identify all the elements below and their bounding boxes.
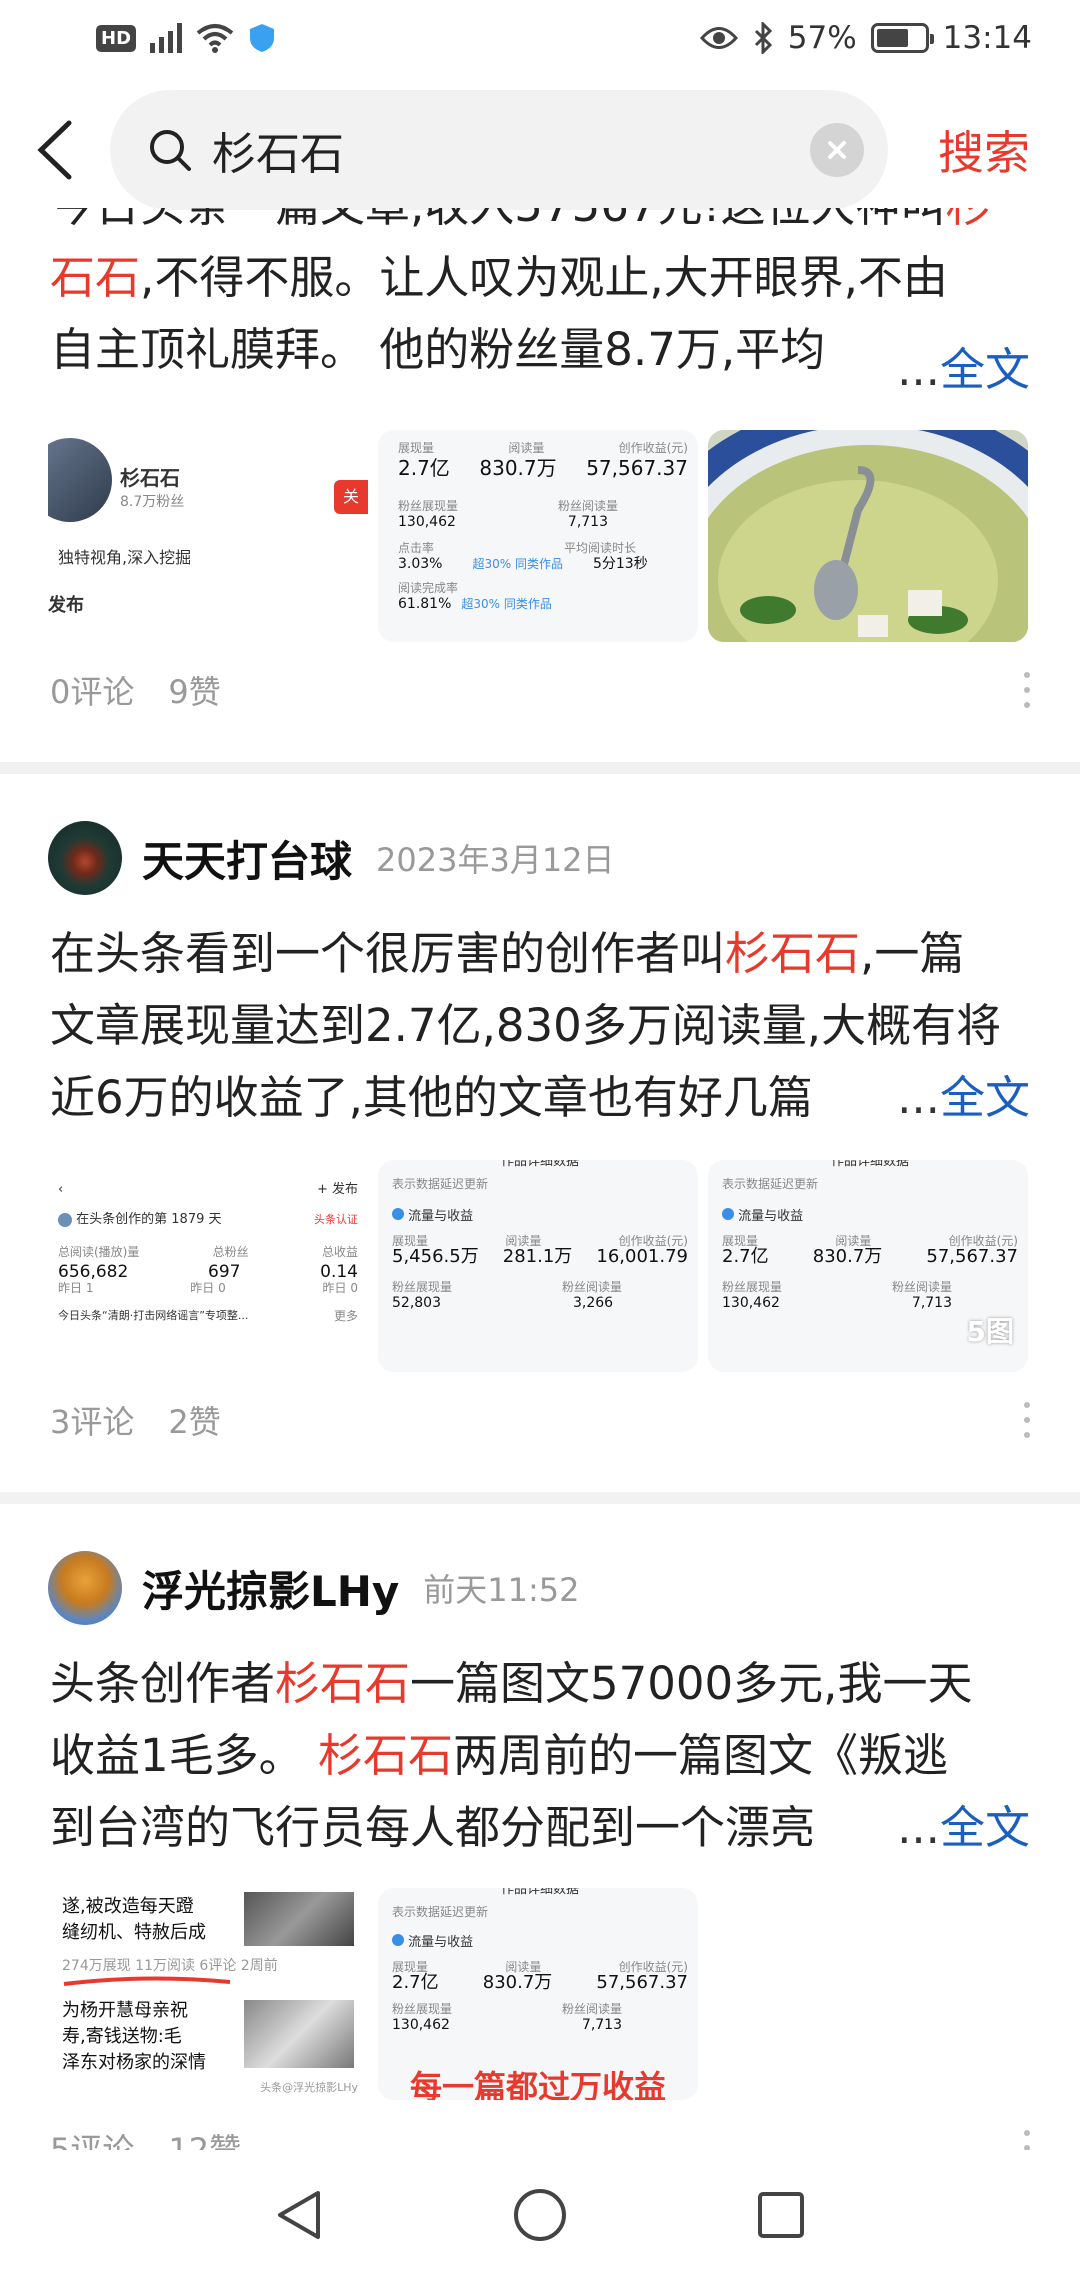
post-date: 前天11:52 bbox=[423, 1571, 580, 1609]
wifi-icon bbox=[196, 24, 234, 53]
close-icon bbox=[828, 141, 846, 159]
battery-icon bbox=[870, 23, 934, 53]
post-image[interactable] bbox=[708, 430, 1028, 642]
status-bar: HD 57% 13:14 bbox=[0, 0, 1080, 76]
avatar[interactable] bbox=[48, 1551, 122, 1625]
post-footer: 0评论 9赞 bbox=[50, 660, 1030, 720]
clear-search-button[interactable] bbox=[810, 123, 864, 177]
news-photo bbox=[244, 2000, 354, 2068]
image-caption: 每一篇都过万收益 bbox=[409, 2068, 666, 2100]
expand-full-text[interactable]: ...全文 bbox=[887, 1062, 1030, 1134]
more-options-icon[interactable] bbox=[1024, 1402, 1030, 1438]
like-count[interactable]: 9赞 bbox=[168, 667, 220, 713]
post-image[interactable]: 杉石石 8.7万粉丝 关 独特视角,深入挖掘 发布 bbox=[48, 430, 368, 642]
more-options-icon[interactable] bbox=[1024, 672, 1030, 708]
post-image[interactable]: 作品详细数据 表示数据延迟更新 流量与收益 展现量 阅读量 创作收益(元) 5,45… bbox=[378, 1160, 698, 1372]
avatar[interactable] bbox=[48, 821, 122, 895]
nav-home-icon[interactable] bbox=[512, 2187, 568, 2243]
news-photo bbox=[244, 1892, 354, 1946]
divider bbox=[0, 1492, 1080, 1504]
like-count[interactable]: 2赞 bbox=[168, 1397, 220, 1443]
post-date: 2023年3月12日 bbox=[376, 841, 615, 879]
post-image[interactable]: 遂,被改造每天蹬 缝纫机、特赦后成 274万展现 11万阅读 6评论 2周前 为… bbox=[48, 1888, 368, 2100]
search-box[interactable] bbox=[110, 90, 888, 210]
signal-icon bbox=[150, 23, 183, 53]
post-images: 杉石石 8.7万粉丝 关 独特视角,深入挖掘 发布 展现量 阅读量 创作收益(元) … bbox=[48, 430, 1028, 642]
page: { "status_bar": {"network": "HD", "gen":… bbox=[0, 0, 1080, 2280]
author-name[interactable]: 浮光掠影LHy bbox=[142, 1558, 399, 1619]
divider bbox=[0, 762, 1080, 774]
search-input[interactable] bbox=[192, 124, 810, 176]
comment-count[interactable]: 3评论 bbox=[50, 1397, 134, 1443]
image-count-badge: 5图 bbox=[966, 1315, 1014, 1348]
post-images: 遂,被改造每天蹬 缝纫机、特赦后成 274万展现 11万阅读 6评论 2周前 为… bbox=[48, 1888, 698, 2100]
back-arrow-icon bbox=[37, 120, 72, 180]
battery-percent: 57% bbox=[787, 20, 857, 56]
expand-full-text[interactable]: ...全文 bbox=[887, 334, 1030, 406]
eye-icon bbox=[699, 27, 738, 49]
search-bar: 搜索 bbox=[0, 88, 1080, 212]
post-images: ‹ + 发布 在头条创作的第 1879 天 头条认证 总阅读(播放)量 总粉丝 总收益… bbox=[48, 1160, 1028, 1372]
comment-count[interactable]: 0评论 bbox=[50, 667, 134, 713]
author-name[interactable]: 天天打台球 bbox=[142, 828, 352, 889]
post-image[interactable]: 展现量 阅读量 创作收益(元) 2.7亿 830.7万 57,567.37 粉丝展现量粉… bbox=[378, 430, 698, 642]
hd-indicator: HD bbox=[96, 24, 137, 52]
red-underline bbox=[63, 1976, 231, 1986]
system-nav-bar bbox=[0, 2150, 1080, 2280]
back-button[interactable] bbox=[0, 88, 110, 212]
shield-icon bbox=[250, 24, 275, 52]
post-image[interactable]: 作品详细数据 表示数据延迟更新 流量与收益 展现量 阅读量 创作收益(元) 2.7亿… bbox=[708, 1160, 1028, 1372]
nav-recents-icon[interactable] bbox=[756, 2190, 806, 2240]
nav-back-icon[interactable] bbox=[274, 2187, 324, 2243]
avatar bbox=[48, 438, 112, 522]
clock: 13:14 bbox=[942, 20, 1032, 56]
post-image[interactable]: 作品详细数据 表示数据延迟更新 流量与收益 展现量 阅读量 创作收益(元) 2.7亿… bbox=[378, 1888, 698, 2100]
search-icon bbox=[150, 130, 191, 171]
post-footer: 3评论 2赞 bbox=[50, 1390, 1030, 1450]
search-button[interactable]: 搜索 bbox=[888, 117, 1080, 183]
soup-bowl-image bbox=[708, 430, 1028, 642]
post-author[interactable]: 天天打台球 2023年3月12日 bbox=[48, 820, 615, 896]
post-image[interactable]: ‹ + 发布 在头条创作的第 1879 天 头条认证 总阅读(播放)量 总粉丝 总收益… bbox=[48, 1160, 368, 1372]
post-author[interactable]: 浮光掠影LHy 前天11:52 bbox=[48, 1550, 580, 1626]
expand-full-text[interactable]: ...全文 bbox=[887, 1792, 1030, 1864]
bluetooth-icon bbox=[754, 22, 772, 54]
